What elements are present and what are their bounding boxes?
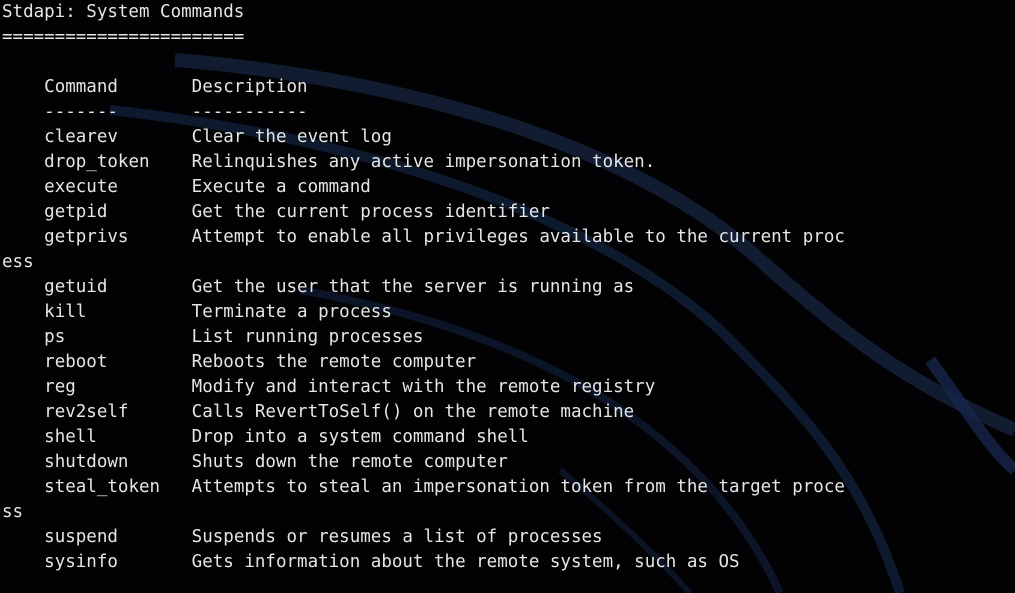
command-row: sysinfo Gets information about the remot… bbox=[2, 550, 845, 575]
command-row: clearev Clear the event log bbox=[2, 125, 845, 150]
command-row: shutdown Shuts down the remote computer bbox=[2, 450, 845, 475]
command-name: clearev bbox=[44, 127, 192, 147]
command-name: drop_token bbox=[44, 152, 192, 172]
command-name: execute bbox=[44, 177, 192, 197]
command-row: steal_token Attempts to steal an imperso… bbox=[2, 475, 845, 500]
command-row: shell Drop into a system command shell bbox=[2, 425, 845, 450]
command-row: getuid Get the user that the server is r… bbox=[2, 275, 845, 300]
command-name: getprivs bbox=[44, 227, 192, 247]
command-row: kill Terminate a process bbox=[2, 300, 845, 325]
command-row: suspend Suspends or resumes a list of pr… bbox=[2, 525, 845, 550]
command-name: getpid bbox=[44, 202, 192, 222]
command-description: Calls RevertToSelf() on the remote machi… bbox=[191, 402, 635, 422]
command-name: reg bbox=[44, 377, 192, 397]
heading-text: Stdapi: System Commands bbox=[2, 2, 245, 22]
command-name: shutdown bbox=[44, 452, 192, 472]
command-name: kill bbox=[44, 302, 192, 322]
command-row-wrap: ss bbox=[2, 500, 845, 525]
terminal-output: Stdapi: System Commands =================… bbox=[2, 0, 845, 575]
column-header-command: Command bbox=[44, 77, 192, 97]
command-name: ps bbox=[44, 327, 192, 347]
command-description: Clear the event log bbox=[191, 127, 392, 147]
column-header-row: Command Description bbox=[2, 75, 845, 100]
command-description: List running processes bbox=[191, 327, 424, 347]
command-description: Relinquishes any active impersonation to… bbox=[191, 152, 656, 172]
command-description: Shuts down the remote computer bbox=[191, 452, 508, 472]
command-row: ps List running processes bbox=[2, 325, 845, 350]
command-row: getpid Get the current process identifie… bbox=[2, 200, 845, 225]
heading-underline-text: ======================= bbox=[2, 27, 245, 47]
command-row: reg Modify and interact with the remote … bbox=[2, 375, 845, 400]
command-name: steal_token bbox=[44, 477, 192, 497]
command-description: Get the current process identifier bbox=[191, 202, 550, 222]
command-name: suspend bbox=[44, 527, 192, 547]
command-description: Attempts to steal an impersonation token… bbox=[191, 477, 845, 497]
command-row-wrap: ess bbox=[2, 250, 845, 275]
command-description: Gets information about the remote system… bbox=[191, 552, 740, 572]
command-name: sysinfo bbox=[44, 552, 192, 572]
column-rule-command: ------- bbox=[44, 102, 192, 122]
section-heading: Stdapi: System Commands bbox=[2, 0, 845, 25]
command-name: rev2self bbox=[44, 402, 192, 422]
command-row: execute Execute a command bbox=[2, 175, 845, 200]
command-description: Reboots the remote computer bbox=[191, 352, 477, 372]
command-row: rev2self Calls RevertToSelf() on the rem… bbox=[2, 400, 845, 425]
command-description-wrap: ss bbox=[2, 502, 24, 522]
column-rule-description: ----------- bbox=[191, 102, 308, 122]
terminal-window[interactable]: Stdapi: System Commands =================… bbox=[0, 0, 1015, 593]
command-row: reboot Reboots the remote computer bbox=[2, 350, 845, 375]
command-description: Modify and interact with the remote regi… bbox=[191, 377, 656, 397]
section-heading-underline: ======================= bbox=[2, 25, 845, 50]
command-name: reboot bbox=[44, 352, 192, 372]
command-name: getuid bbox=[44, 277, 192, 297]
command-description: Attempt to enable all privileges availab… bbox=[191, 227, 845, 247]
column-rule-row: ------- ----------- bbox=[2, 100, 845, 125]
command-row: getprivs Attempt to enable all privilege… bbox=[2, 225, 845, 250]
command-description: Get the user that the server is running … bbox=[191, 277, 635, 297]
command-description: Drop into a system command shell bbox=[191, 427, 529, 447]
command-description-wrap: ess bbox=[2, 252, 34, 272]
command-description: Terminate a process bbox=[191, 302, 392, 322]
command-description: Execute a command bbox=[191, 177, 371, 197]
column-header-description: Description bbox=[191, 77, 308, 97]
command-description: Suspends or resumes a list of processes bbox=[191, 527, 603, 547]
command-name: shell bbox=[44, 427, 192, 447]
command-row: drop_token Relinquishes any active imper… bbox=[2, 150, 845, 175]
